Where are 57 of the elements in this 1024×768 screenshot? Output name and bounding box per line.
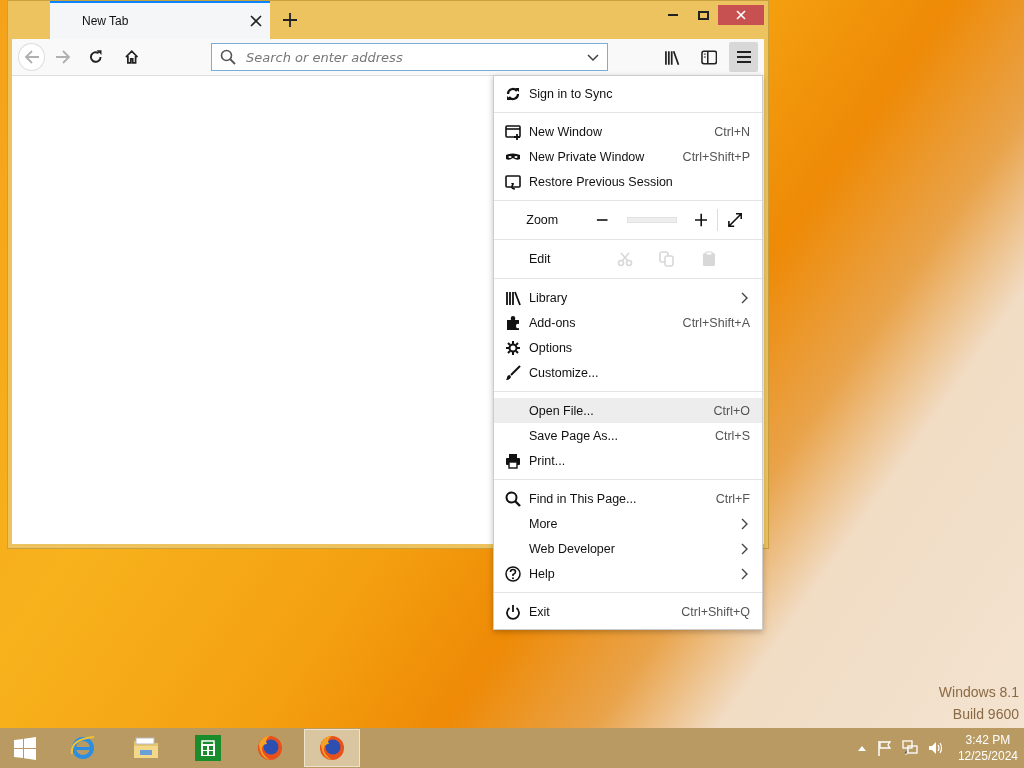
search-icon	[220, 49, 236, 65]
network-icon[interactable]	[901, 740, 918, 756]
close-icon	[736, 10, 746, 20]
close-icon[interactable]	[250, 15, 262, 27]
menu-item[interactable]: Customize...	[494, 360, 762, 385]
address-bar[interactable]: Search or enter address	[211, 43, 609, 71]
library-icon[interactable]	[664, 48, 681, 66]
fullscreen-icon[interactable]	[727, 212, 742, 228]
home-icon[interactable]	[123, 49, 139, 65]
menu-item[interactable]: Find in This Page... Ctrl+F	[494, 486, 762, 511]
menu-item[interactable]: Library	[494, 285, 762, 310]
edit-label: Edit	[529, 252, 552, 266]
globe-fox-icon	[256, 734, 284, 762]
gear-icon	[505, 339, 521, 356]
menu-item[interactable]: Web Developer	[494, 536, 762, 561]
os-version-label: Windows 8.1	[938, 683, 1019, 702]
flag-icon[interactable]	[876, 740, 892, 756]
arrow-right-icon	[54, 49, 71, 65]
sidebar-icon[interactable]	[700, 48, 718, 66]
arrow-left-icon	[23, 49, 40, 65]
menu-item[interactable]: More	[494, 511, 762, 536]
tab[interactable]: New Tab	[50, 1, 270, 39]
menu-item[interactable]: Save Page As... Ctrl+S	[494, 423, 762, 448]
speaker-icon[interactable]	[927, 740, 944, 756]
help-icon	[505, 565, 521, 582]
maximize-icon	[697, 10, 709, 20]
menu-icon	[735, 49, 752, 65]
menu-item[interactable]: Options	[494, 335, 762, 360]
window-restore-icon	[505, 173, 521, 190]
menu-item[interactable]: Open File... Ctrl+O	[494, 398, 762, 423]
globe-fox-icon	[318, 734, 346, 762]
reload-icon[interactable]	[88, 49, 104, 65]
menu-item[interactable]: Exit Ctrl+Shift+Q	[494, 599, 762, 624]
menu-item[interactable]: Restore Previous Session	[494, 169, 762, 194]
power-icon	[505, 603, 521, 620]
plus-icon[interactable]	[694, 213, 707, 227]
sync-icon	[505, 85, 521, 102]
zoom-label: Zoom	[526, 213, 560, 227]
search-icon	[505, 490, 521, 507]
window-plus-icon	[505, 123, 521, 140]
menu-item[interactable]: New Private Window Ctrl+Shift+P	[494, 144, 762, 169]
menu-button[interactable]	[729, 42, 758, 72]
menu-item[interactable]: New Window Ctrl+N	[494, 119, 762, 144]
taskbar-app-button[interactable]	[304, 729, 360, 767]
menu-item[interactable]: Help	[494, 561, 762, 586]
windows-logo-icon	[14, 736, 36, 760]
chevron-down-icon[interactable]	[587, 53, 600, 61]
plus-icon[interactable]	[282, 12, 298, 28]
printer-icon	[505, 452, 521, 469]
menu-item[interactable]: Add-ons Ctrl+Shift+A	[494, 310, 762, 335]
brush-icon	[505, 364, 521, 381]
menu-item[interactable]: Sign in to Sync	[494, 81, 762, 106]
puzzle-icon	[505, 314, 521, 331]
menu-item[interactable]: Print...	[494, 448, 762, 473]
caret-up-icon[interactable]	[856, 744, 867, 752]
os-build-label: Build 9600	[951, 705, 1019, 724]
library-icon	[505, 289, 521, 306]
